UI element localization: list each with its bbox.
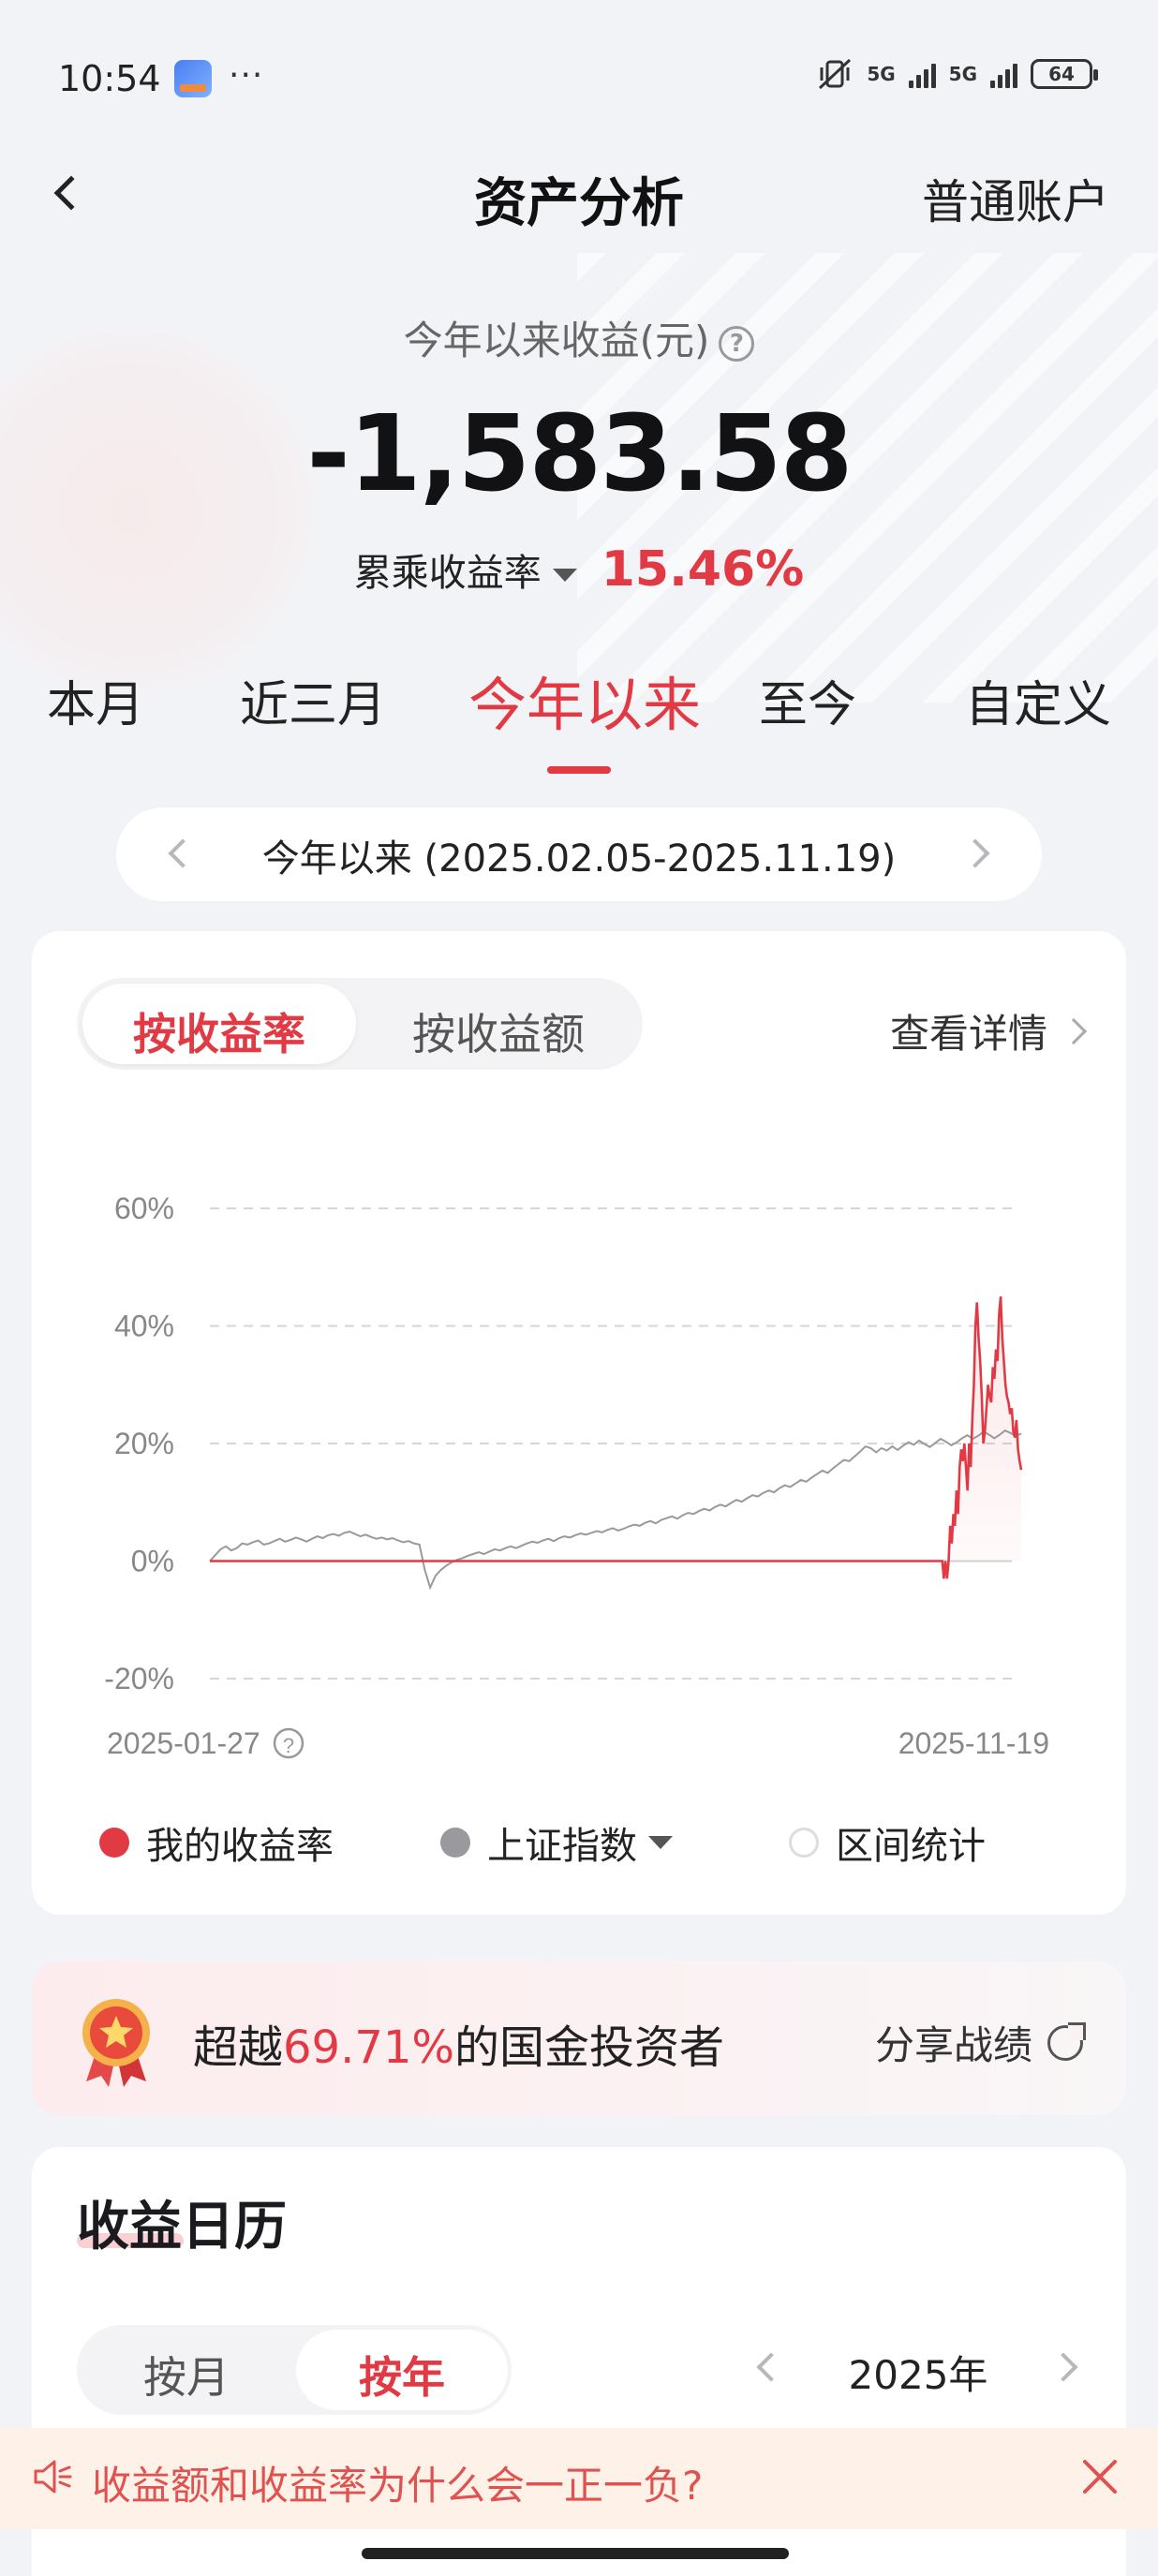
tab-this-month[interactable]: 本月 [47,665,144,735]
legend-gray-dot [440,1828,470,1858]
series-line-my-return [210,1295,1023,1579]
more-notifications-icon: ··· [229,56,264,95]
caret-down-icon [552,569,577,582]
beat-percent: 69.71% [283,2021,455,2074]
chevron-left-icon [53,175,89,211]
x-axis-help-icon[interactable]: ? [273,1727,304,1759]
beat-prefix: 超越 [193,2021,284,2074]
share-icon [1047,2021,1086,2061]
return-chart[interactable]: 60% 40% 20% 0% -20% 2025-01-27 ? 2025-11-19 [32,1105,1126,1799]
y-tick-label: 40% [114,1310,174,1343]
rate-type-label: 累乘收益率 [353,552,542,595]
help-icon[interactable]: ? [719,325,755,362]
legend-red-dot [99,1828,129,1858]
page-title: 资产分析 [474,173,684,234]
tab-last-3-months[interactable]: 近三月 [240,665,386,735]
network-type-1: 5G [867,63,896,85]
back-button[interactable] [37,165,94,221]
svg-text:?: ? [283,1734,294,1757]
mode-by-year[interactable]: 按年 [296,2344,508,2406]
caret-down-icon [648,1836,673,1849]
toggle-by-amount[interactable]: 按收益额 [362,1000,635,1062]
rate-value: 15.46% [601,541,805,598]
medal-icon [82,1999,150,2087]
tab-custom[interactable]: 自定义 [965,665,1111,735]
series-line-shanghai-index [209,1429,1022,1591]
home-indicator [362,2548,789,2559]
y-tick-label: 60% [114,1192,174,1225]
vibrate-mute-icon [819,58,852,90]
date-range-text: 今年以来 (2025.02.05-2025.11.19) [261,837,897,881]
speaker-icon [34,2460,72,2494]
ytd-profit-label-row: 今年以来收益(元)? [0,309,1158,366]
radio-icon [789,1828,819,1858]
view-details-label: 查看详情 [889,1011,1047,1057]
tab-ytd[interactable]: 今年以来 [468,658,701,742]
status-time: 10:54 [58,58,161,99]
my-return-area [210,1296,1021,1579]
mode-by-month[interactable]: 按月 [81,2344,292,2406]
close-icon[interactable] [1077,2454,1122,2499]
signal-icon [908,60,936,88]
chevron-right-icon [1060,1017,1088,1044]
app-notification-icon [174,60,212,97]
view-details-link[interactable]: 查看详情 [889,1002,1088,1059]
network-type-2: 5G [948,63,977,85]
signal-icon-2 [990,60,1017,88]
legend-index-selector[interactable]: 上证指数 [440,1815,673,1870]
active-tab-indicator [547,766,611,774]
x-axis-end-label: 2025-11-19 [898,1726,1049,1760]
battery-icon: 64 [1031,59,1098,89]
share-label: 分享战绩 [874,2022,1032,2068]
tab-to-date[interactable]: 至今 [759,665,856,735]
range-stats-toggle[interactable]: 区间统计 [789,1815,986,1870]
x-axis-start-label: 2025-01-27 [107,1726,260,1760]
beat-text: 超越69.71%的国金投资者 [193,2010,724,2076]
toggle-by-rate[interactable]: 按收益率 [82,1000,356,1062]
status-indicators: 5G 5G 64 [816,58,1098,90]
rate-row: 累乘收益率 15.46% [0,541,1158,598]
rate-type-selector[interactable]: 累乘收益率 [354,552,601,595]
ytd-profit-amount: -1,583.58 [306,393,853,515]
y-tick-label: -20% [104,1662,174,1695]
legend-label-index: 上证指数 [487,1825,637,1868]
notice-text[interactable]: 收益额和收益率为什么会一正一负? [92,2454,703,2511]
share-results-button[interactable]: 分享战绩 [874,2014,1086,2071]
y-tick-label: 20% [114,1427,174,1460]
legend-my-return[interactable]: 我的收益率 [99,1815,334,1870]
year-value: 2025年 [848,2352,988,2398]
legend-label-stats: 区间统计 [836,1825,986,1868]
y-tick-label: 0% [131,1545,174,1578]
beat-suffix: 的国金投资者 [454,2021,725,2074]
legend-label-mine: 我的收益率 [146,1825,334,1868]
account-type-button[interactable]: 普通账户 [922,165,1109,232]
ytd-profit-label: 今年以来收益(元) [403,318,710,363]
profit-calendar-title: 收益日历 [77,2197,287,2258]
